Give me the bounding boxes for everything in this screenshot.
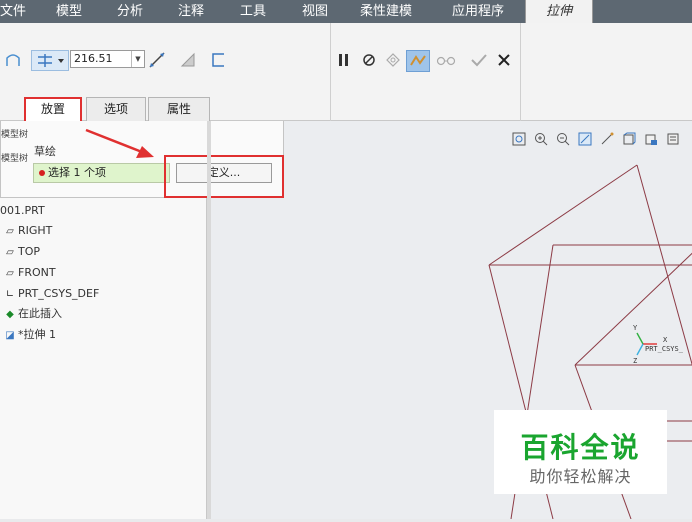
- remove-material-icon[interactable]: [179, 51, 197, 69]
- tab-annotate[interactable]: 注释: [162, 0, 220, 23]
- annotation-arrow: [85, 128, 154, 158]
- no-preview-icon[interactable]: [360, 51, 378, 69]
- tab-analysis[interactable]: 分析: [101, 0, 159, 23]
- sketch-collector[interactable]: 选择 1 个项: [33, 163, 170, 183]
- tab-tools[interactable]: 工具: [224, 0, 282, 23]
- csys-axis-y: Y: [633, 324, 638, 332]
- graphics-toolbar: [510, 130, 692, 150]
- flip-direction-icon[interactable]: [147, 50, 167, 70]
- menu-bar: 文件 模型 分析 注释 工具 视图 柔性建模 应用程序 拉伸: [0, 0, 692, 23]
- thicken-icon[interactable]: [209, 51, 227, 69]
- ribbon-separator: [330, 23, 331, 121]
- tree-item-csys[interactable]: ∟ PRT_CSYS_DEF: [4, 284, 100, 304]
- depth-value-input[interactable]: 216.51 ▼: [70, 50, 145, 68]
- model-tree: 001.PRT ▱ RIGHT ▱ TOP ▱ FRONT ∟ PRT_CSYS_DEF…: [0, 198, 207, 519]
- tab-properties[interactable]: 属性: [148, 97, 210, 121]
- tab-options[interactable]: 选项: [86, 97, 146, 121]
- side-label: 模型树: [1, 154, 29, 164]
- display-style-icon[interactable]: [620, 130, 638, 148]
- watermark-subtitle: 助你轻松解决: [529, 467, 632, 486]
- ok-check-icon[interactable]: [469, 50, 489, 70]
- sketch-label: 草绘: [34, 145, 56, 158]
- depth-value: 216.51: [74, 52, 113, 65]
- tree-item-insert-here[interactable]: ◆ 在此插入: [4, 304, 62, 324]
- csys-axis-x: X: [663, 336, 668, 344]
- tree-item-extrude[interactable]: ◪ *拉伸 1: [4, 325, 56, 345]
- saved-views-icon[interactable]: [642, 130, 660, 148]
- ribbon-separator: [520, 23, 521, 121]
- zoom-in-icon[interactable]: [532, 130, 550, 148]
- tab-applications[interactable]: 应用程序: [437, 0, 519, 23]
- cancel-x-icon[interactable]: [494, 50, 514, 70]
- sketch-surface-icon[interactable]: [4, 51, 22, 69]
- geometry-preview-icon[interactable]: [383, 50, 403, 70]
- verify-icon[interactable]: [406, 50, 430, 72]
- zoom-out-icon[interactable]: [554, 130, 572, 148]
- extrude-feature-icon: ◪: [5, 330, 15, 341]
- watermark: 百科全说 助你轻松解决: [494, 410, 667, 494]
- insert-arrow-icon: ◆: [6, 309, 14, 320]
- required-dot-icon: [39, 170, 45, 176]
- glasses-icon[interactable]: [435, 50, 457, 70]
- repaint-icon[interactable]: [576, 130, 594, 148]
- csys-icon: ∟: [5, 289, 15, 300]
- refit-icon[interactable]: [510, 130, 528, 148]
- watermark-title: 百科全说: [520, 431, 641, 464]
- tab-flexible-modeling[interactable]: 柔性建模: [345, 0, 427, 23]
- depth-type-icon[interactable]: [31, 50, 69, 71]
- tab-placement[interactable]: 放置: [24, 97, 82, 121]
- highlight-frame: [164, 155, 284, 198]
- tree-item-top[interactable]: ▱ TOP: [4, 242, 40, 262]
- select-prompt: 选择 1 个项: [48, 166, 106, 179]
- tab-file[interactable]: 文件: [0, 0, 38, 23]
- pause-icon[interactable]: [336, 51, 352, 69]
- tree-item-part[interactable]: 001.PRT: [0, 201, 45, 221]
- csys-axis-z: Z: [633, 357, 637, 365]
- datum-plane-icon: ▱: [6, 268, 14, 279]
- tab-extrude[interactable]: 拉伸: [525, 0, 593, 23]
- tree-item-front[interactable]: ▱ FRONT: [4, 263, 55, 283]
- extrude-dashboard: 216.51 ▼ 放置 选项 属性: [0, 23, 692, 121]
- tree-item-right[interactable]: ▱ RIGHT: [4, 221, 52, 241]
- tab-view[interactable]: 视图: [286, 0, 344, 23]
- side-label: 模型树: [1, 130, 29, 140]
- datum-plane-icon: ▱: [6, 247, 14, 258]
- csys-label: PRT_CSYS_: [645, 345, 684, 353]
- panel-splitter[interactable]: [207, 121, 211, 519]
- view-manager-icon[interactable]: [598, 130, 616, 148]
- datum-plane-icon: ▱: [6, 226, 14, 237]
- perspective-icon[interactable]: [664, 130, 682, 148]
- tab-model[interactable]: 模型: [40, 0, 98, 23]
- chevron-down-icon[interactable]: ▼: [131, 51, 144, 67]
